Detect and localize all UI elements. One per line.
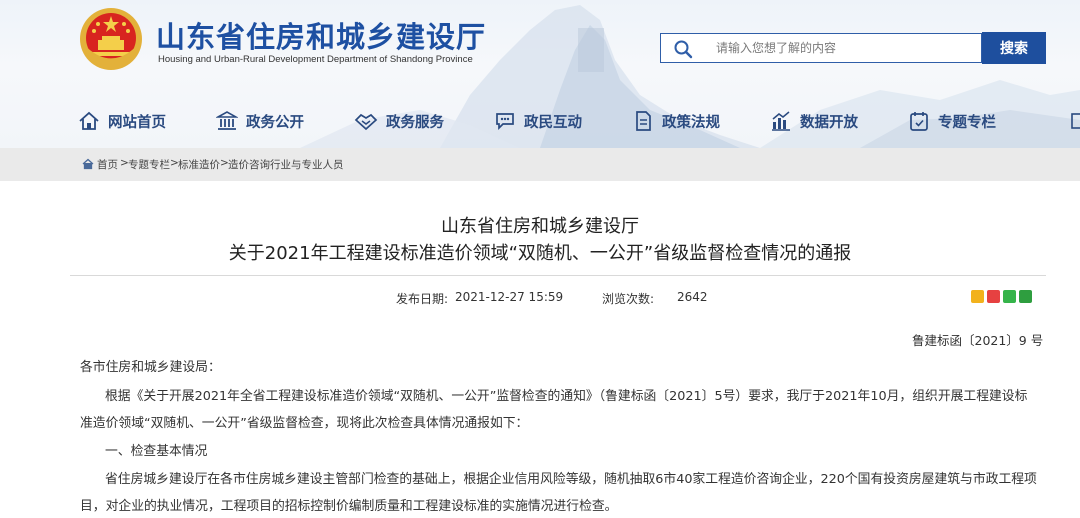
article-title-line1: 山东省住房和城乡建设厅 [441,216,639,237]
share-bar [971,290,1032,303]
home-icon [79,111,99,130]
breadcrumb: 首页 > 专题专栏 > 标准造价 > 造价咨询行业与专业人员 [0,148,1080,181]
nav-item-interaction[interactable]: 政民互动 [494,106,582,136]
chat-icon [496,113,514,131]
paragraph-2-line-2: 目，对企业的执业情况，工程项目的招标控制价编制质量和工程建设标准的实施情况进行检… [80,499,618,514]
handshake-icon [354,113,378,131]
document-number: 鲁建标函〔2021〕9 号 [912,333,1044,348]
breadcrumb-link-home[interactable]: 首页 [97,157,118,172]
publish-date-label: 发布日期: [396,292,449,306]
nav-item-open-data[interactable]: 数据开放 [770,106,858,136]
search-input[interactable] [716,34,976,62]
nav-label: 政务服务 [386,114,444,131]
publish-date: 2021-12-27 15:59 [455,290,564,304]
breadcrumb-link-current[interactable]: 造价咨询行业与专业人员 [228,157,344,172]
calendar-icon [910,112,928,131]
section-heading: 一、检查基本情况 [105,444,208,459]
nav-item-gov-service[interactable]: 政务服务 [354,106,444,136]
nav-label: 政务公开 [246,114,304,131]
title-divider [70,275,1046,276]
search-box [660,33,982,63]
document-icon [636,111,651,131]
site-name: 山东省住房和城乡建设厅 [156,20,487,54]
qzone-icon[interactable] [971,290,984,303]
salutation: 各市住房和城乡建设局： [80,360,221,375]
views-label: 浏览次数: [602,292,655,306]
breadcrumb-link-topics[interactable]: 专题专栏 [128,157,170,172]
site-header: 山东省住房和城乡建设厅 Housing and Urban-Rural Deve… [0,0,1080,148]
article-title-line2: 关于2021年工程建设标准造价领域“双随机、一公开”省级监督检查情况的通报 [228,243,852,264]
bar-chart-icon [772,111,790,131]
nav-item-policy[interactable]: 政策法规 [632,106,720,136]
breadcrumb-link-standard-cost[interactable]: 标准造价 [178,157,220,172]
paragraph-1-line-2: 准造价领域“双随机、一公开”省级监督检查，现将此次检查具体情况通报如下： [80,416,529,431]
weibo-icon[interactable] [987,290,1000,303]
views-count: 2642 [677,290,708,304]
search-icon [674,40,693,59]
main-nav: 网站首页 政务公开 政务服务 政民互动 政策法规 数据开放 专题专栏 [0,106,1080,136]
nav-label: 网站首页 [108,114,166,131]
douban-icon[interactable] [1019,290,1032,303]
nav-overflow-indicator [1070,106,1080,136]
partial-icon [1071,113,1080,129]
search-button[interactable]: 搜索 [982,32,1046,64]
breadcrumb-home-icon [82,158,94,170]
site-name-english: Housing and Urban-Rural Development Depa… [158,54,473,65]
paragraph-2-line-1: 省住房城乡建设厅在各市住房城乡建设主管部门检查的基础上，根据企业信用风险等级，随… [105,472,1037,487]
nav-item-gov-affairs[interactable]: 政务公开 [216,106,304,136]
nav-label: 专题专栏 [938,114,996,131]
national-emblem-logo [80,8,142,70]
nav-item-home[interactable]: 网站首页 [78,106,166,136]
nav-item-special-topics[interactable]: 专题专栏 [908,106,996,136]
wechat-icon[interactable] [1003,290,1016,303]
paragraph-1-line-1: 根据《关于开展2021年全省工程建设标准造价领域“双随机、一公开”监督检查的通知… [105,389,1028,404]
nav-label: 政民互动 [524,114,582,131]
nav-label: 政策法规 [662,114,720,131]
building-icon [216,111,238,130]
nav-label: 数据开放 [800,114,858,131]
